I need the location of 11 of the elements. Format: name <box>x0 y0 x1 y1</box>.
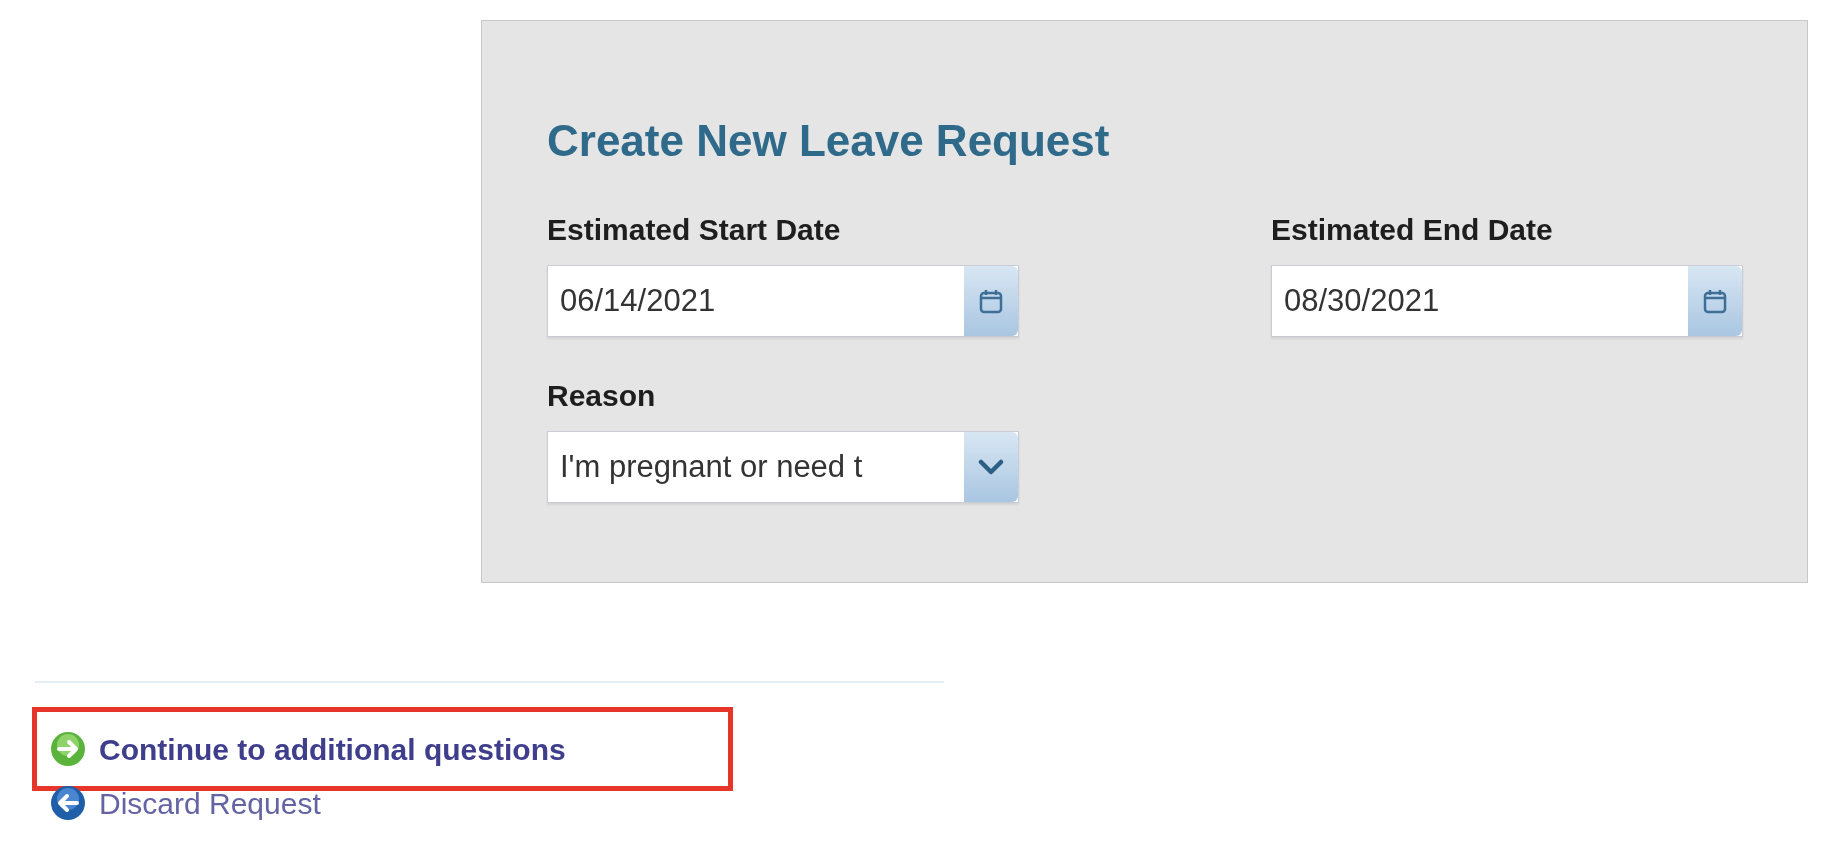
field-label: Reason <box>547 381 657 411</box>
field-label: Estimated Start Date <box>547 215 842 245</box>
date-field[interactable]: 08/30/2021 <box>1271 265 1743 337</box>
date-value: 06/14/2021 <box>559 281 717 320</box>
select-value: I'm pregnant or need t <box>559 447 864 486</box>
reason-select[interactable]: I'm pregnant or need t <box>547 431 1019 503</box>
date-field[interactable]: 06/14/2021 <box>547 265 1019 337</box>
date-value: 08/30/2021 <box>1283 281 1441 320</box>
field-label: Estimated End Date <box>1271 215 1554 245</box>
form-title: Create New Leave Request <box>547 119 1111 163</box>
action-link[interactable]: Discard Request <box>49 780 321 826</box>
